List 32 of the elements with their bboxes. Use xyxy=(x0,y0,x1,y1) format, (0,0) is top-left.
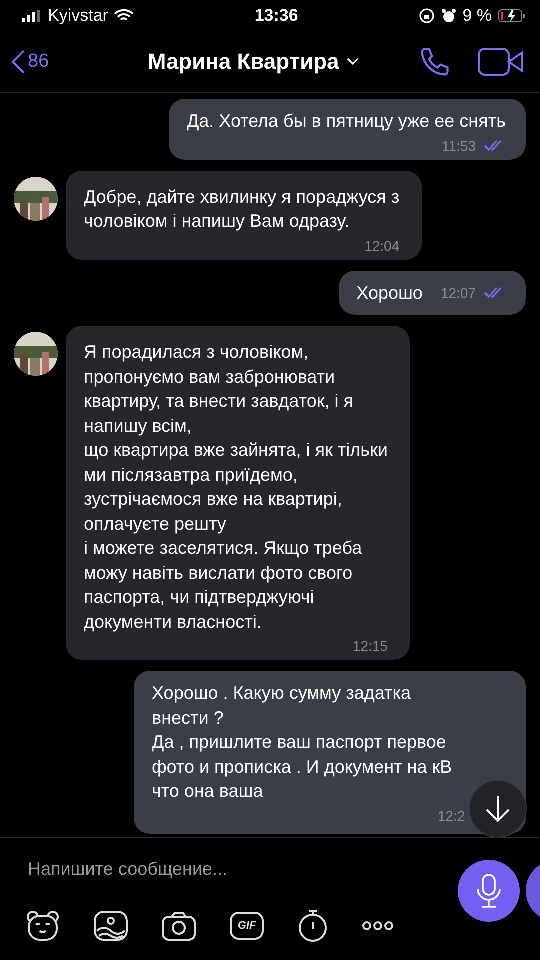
message-text: Да. Хотела бы в пятницу уже ее снять xyxy=(186,110,506,133)
gallery-icon[interactable] xyxy=(94,911,128,941)
message-text: Я порадилася з чоловіком, пропонуємо вам забронювати квартиру, та внести завдаток, і я напишу всім, що квартира вже зайнята, і як тільки ми післязавтра приїдемо, зустрічаємося вже на квартирі, оплачуєте решту і можете заселятися. Якщо треба можу навіть вислати фото свого паспорта, чи підтверджуючі документи власності. xyxy=(84,341,388,634)
message-time: 12:04 xyxy=(364,238,400,254)
message-input-field[interactable]: Напишите сообщение... xyxy=(26,858,330,881)
signal-icon xyxy=(22,10,42,22)
message-text: Хорошо xyxy=(356,282,423,305)
gif-button[interactable]: GIF xyxy=(230,912,264,940)
rotation-lock-icon xyxy=(418,8,435,24)
message-text: Хорошо . Какую сумму задатка внести ? Да , пришлите ваш паспорт первое фото и прописка . И документ на кВ что она ваша xyxy=(152,682,454,803)
phone-icon[interactable] xyxy=(418,45,452,79)
more-icon[interactable] xyxy=(362,921,394,931)
battery-charging-icon xyxy=(498,9,526,23)
message-time: 12:2 xyxy=(438,808,466,824)
chat-title[interactable]: Марина Квартира xyxy=(148,49,340,75)
microphone-icon[interactable] xyxy=(476,873,502,909)
message-time: 12:15 xyxy=(352,638,388,654)
chevron-left-icon[interactable] xyxy=(10,49,26,75)
clock-time: 13:36 xyxy=(254,6,298,26)
message-time: 12:07 xyxy=(440,284,476,301)
chevron-down-icon[interactable] xyxy=(347,58,360,66)
bear-face-icon[interactable] xyxy=(26,910,60,942)
timer-icon[interactable] xyxy=(298,909,328,943)
back-button[interactable]: 86 xyxy=(10,49,50,75)
arrow-down-icon[interactable] xyxy=(484,794,512,824)
battery-percent: 9 % xyxy=(462,6,492,26)
carrier-name: Kyivstar xyxy=(48,6,108,26)
message-time: 11:53 xyxy=(442,138,476,154)
message-text: Добре, дайте хвилинку я пораджуся з чоловіком і напишу Вам одразу. xyxy=(84,186,400,233)
wifi-icon xyxy=(114,9,134,23)
video-call-icon[interactable] xyxy=(478,47,524,77)
camera-icon[interactable] xyxy=(162,911,196,941)
